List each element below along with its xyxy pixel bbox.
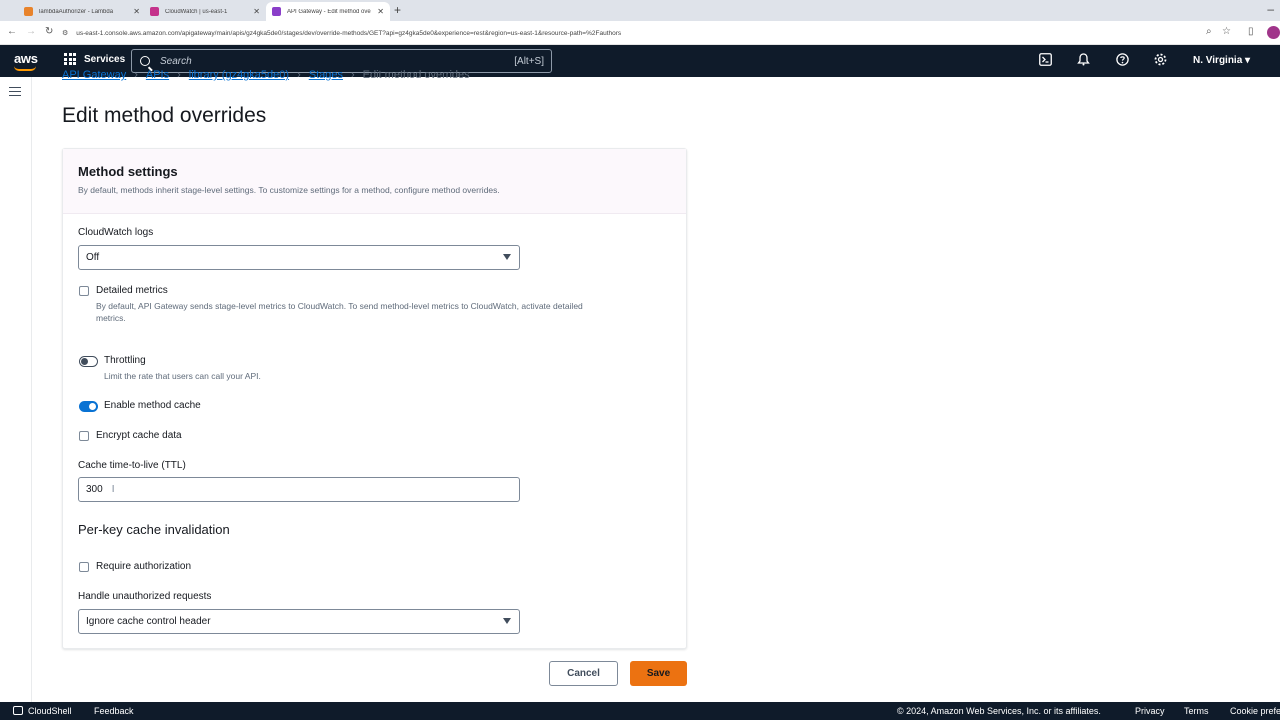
cloudshell-footer-button[interactable]: CloudShell bbox=[13, 706, 72, 716]
chevron-right-icon: › bbox=[134, 69, 138, 81]
require-authorization-checkbox[interactable] bbox=[79, 562, 89, 572]
forward-icon[interactable]: → bbox=[26, 26, 36, 37]
gear-icon[interactable] bbox=[1154, 53, 1167, 69]
chevron-right-icon: › bbox=[350, 69, 355, 81]
throttling-label: Throttling bbox=[104, 355, 146, 366]
detailed-metrics-description: metrics. bbox=[96, 313, 126, 323]
cloudshell-icon bbox=[13, 706, 23, 715]
copyright-text: © 2024, Amazon Web Services, Inc. or its… bbox=[897, 706, 1101, 716]
terms-link[interactable]: Terms bbox=[1184, 706, 1209, 716]
cloudshell-icon[interactable] bbox=[1039, 53, 1052, 69]
handle-unauthorized-label: Handle unauthorized requests bbox=[78, 591, 212, 602]
breadcrumb-library[interactable]: library (gz4gka5de0) bbox=[189, 69, 289, 81]
reload-icon[interactable]: ↻ bbox=[45, 26, 53, 37]
enable-method-cache-toggle[interactable] bbox=[79, 401, 98, 412]
url-text: us-east-1.console.aws.amazon.com/apigate… bbox=[76, 29, 622, 37]
minimize-icon[interactable]: – bbox=[1267, 2, 1274, 16]
per-key-cache-invalidation-heading: Per-key cache invalidation bbox=[78, 522, 230, 537]
browser-tab-cloudwatch[interactable]: CloudWatch | us-east-1 ✕ bbox=[144, 2, 266, 21]
breadcrumb-api-gateway[interactable]: API Gateway bbox=[62, 69, 126, 81]
breadcrumb-current: Edit method overrides bbox=[362, 69, 470, 81]
menu-icon[interactable] bbox=[9, 87, 21, 96]
grid-icon bbox=[64, 53, 76, 65]
privacy-link[interactable]: Privacy bbox=[1135, 706, 1165, 716]
profile-avatar[interactable] bbox=[1267, 26, 1280, 39]
encrypt-cache-data-label: Encrypt cache data bbox=[96, 430, 182, 441]
address-bar: ← → ↻ ⚙ us-east-1.console.aws.amazon.com… bbox=[0, 21, 1280, 45]
cloudwatch-favicon-icon bbox=[150, 7, 159, 16]
cloudwatch-logs-select[interactable]: Off bbox=[78, 245, 520, 270]
ttl-input[interactable]: 300 I bbox=[78, 477, 520, 502]
sidepanel-icon[interactable]: ▯ bbox=[1248, 26, 1254, 37]
help-icon[interactable] bbox=[1116, 53, 1129, 69]
sidebar-divider bbox=[31, 77, 32, 702]
bell-icon[interactable] bbox=[1077, 53, 1090, 69]
breadcrumb-stages[interactable]: Stages bbox=[309, 69, 343, 81]
search-placeholder: Search bbox=[160, 55, 192, 67]
search-icon bbox=[140, 56, 150, 66]
breadcrumb-apis[interactable]: APIs bbox=[146, 69, 169, 81]
console-footer: CloudShell Feedback © 2024, Amazon Web S… bbox=[0, 702, 1280, 720]
text-cursor-icon: I bbox=[111, 484, 115, 495]
browser-tab-label: API Gateway - Edit method ove bbox=[287, 8, 371, 15]
zoom-icon[interactable]: ⌕ bbox=[1206, 26, 1212, 37]
chevron-right-icon: › bbox=[297, 69, 301, 81]
back-icon[interactable]: ← bbox=[7, 26, 17, 37]
handle-unauthorized-select[interactable]: Ignore cache control header bbox=[78, 609, 520, 634]
cancel-button[interactable]: Cancel bbox=[549, 661, 618, 686]
card-description: By default, methods inherit stage-level … bbox=[78, 185, 500, 195]
browser-tab-apigateway[interactable]: API Gateway - Edit method ove ✕ bbox=[266, 2, 390, 21]
cloudwatch-logs-label: CloudWatch logs bbox=[78, 227, 154, 238]
cloudwatch-logs-value: Off bbox=[86, 252, 100, 263]
card-title: Method settings bbox=[78, 164, 178, 179]
save-button[interactable]: Save bbox=[630, 661, 687, 686]
ttl-value: 300 bbox=[86, 484, 103, 495]
aws-logo-text: aws bbox=[14, 51, 38, 66]
throttling-toggle[interactable] bbox=[79, 356, 98, 367]
bookmark-star-icon[interactable]: ☆ bbox=[1222, 26, 1231, 37]
require-authorization-label: Require authorization bbox=[96, 561, 192, 572]
cookie-preferences-link[interactable]: Cookie prefer bbox=[1230, 706, 1280, 716]
close-icon[interactable]: ✕ bbox=[133, 7, 140, 16]
enable-method-cache-label: Enable method cache bbox=[104, 400, 201, 411]
caret-down-icon bbox=[503, 618, 511, 624]
url-field[interactable]: ⚙ us-east-1.console.aws.amazon.com/apiga… bbox=[62, 24, 1192, 42]
search-shortcut: [Alt+S] bbox=[514, 55, 544, 67]
apigateway-favicon-icon bbox=[272, 7, 281, 16]
close-icon[interactable]: ✕ bbox=[253, 7, 260, 16]
handle-unauthorized-value: Ignore cache control header bbox=[86, 616, 211, 627]
new-tab-button[interactable]: + bbox=[394, 3, 401, 17]
close-icon[interactable]: ✕ bbox=[377, 7, 384, 16]
browser-tab-label: lambdaAuthorizer - Lambda bbox=[39, 8, 114, 15]
caret-down-icon bbox=[503, 254, 511, 260]
cloudshell-label: CloudShell bbox=[28, 706, 72, 716]
page-title: Edit method overrides bbox=[62, 104, 267, 127]
detailed-metrics-description: By default, API Gateway sends stage-leve… bbox=[96, 301, 583, 311]
browser-tab-lambda[interactable]: lambdaAuthorizer - Lambda ✕ bbox=[18, 2, 146, 21]
ttl-label: Cache time-to-live (TTL) bbox=[78, 460, 186, 471]
services-label: Services bbox=[84, 53, 126, 65]
browser-tab-label: CloudWatch | us-east-1 bbox=[165, 8, 228, 15]
region-selector[interactable]: N. Virginia ▾ bbox=[1193, 55, 1250, 66]
aws-logo[interactable]: aws bbox=[14, 51, 38, 71]
site-info-icon[interactable]: ⚙ bbox=[62, 29, 68, 37]
services-menu-button[interactable]: Services bbox=[64, 53, 125, 65]
throttling-description: Limit the rate that users can call your … bbox=[104, 371, 261, 381]
card-header: Method settings By default, methods inhe… bbox=[63, 149, 686, 214]
encrypt-cache-data-checkbox[interactable] bbox=[79, 431, 89, 441]
detailed-metrics-label: Detailed metrics bbox=[96, 285, 168, 296]
method-settings-card: Method settings By default, methods inhe… bbox=[62, 148, 687, 649]
browser-tab-strip: lambdaAuthorizer - Lambda ✕ CloudWatch |… bbox=[0, 0, 1280, 21]
breadcrumb: API Gateway › APIs › library (gz4gka5de0… bbox=[62, 69, 470, 81]
detailed-metrics-checkbox[interactable] bbox=[79, 286, 89, 296]
feedback-link[interactable]: Feedback bbox=[94, 706, 134, 716]
lambda-favicon-icon bbox=[24, 7, 33, 16]
aws-smile-icon bbox=[14, 66, 36, 71]
chevron-right-icon: › bbox=[177, 69, 181, 81]
